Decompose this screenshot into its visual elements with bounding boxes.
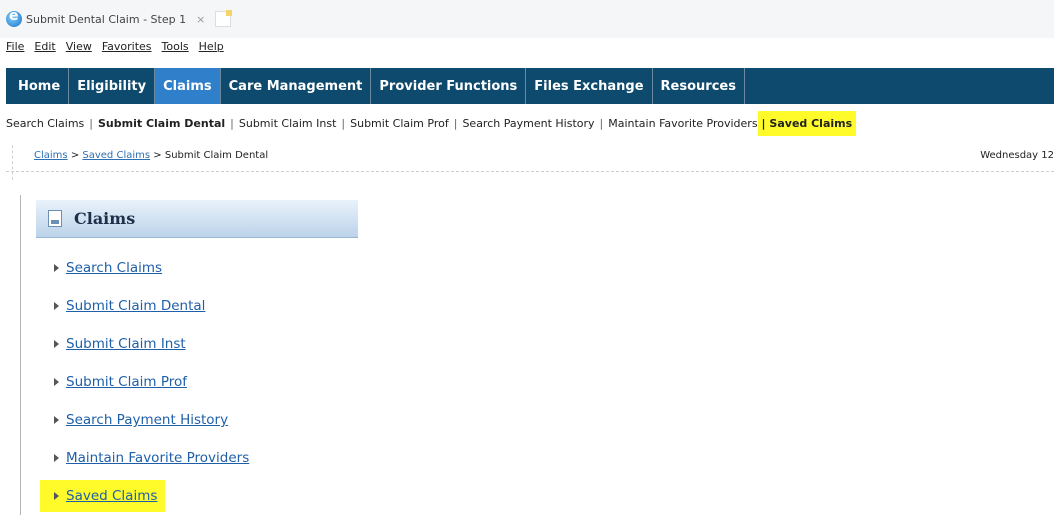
arrow-right-icon xyxy=(54,302,59,310)
subnav-maintain-favorite-providers[interactable]: Maintain Favorite Providers xyxy=(608,117,757,130)
nav-care-management[interactable]: Care Management xyxy=(221,68,372,104)
sidebar-item-label[interactable]: Maintain Favorite Providers xyxy=(66,450,249,466)
browser-tab[interactable]: Submit Dental Claim - Step 1 × xyxy=(6,8,233,30)
subnav-separator: | xyxy=(761,116,766,130)
breadcrumb-claims[interactable]: Claims xyxy=(34,150,68,161)
subnav-saved-claims[interactable]: | Saved Claims xyxy=(757,110,857,136)
subnav-submit-claim-prof[interactable]: Submit Claim Prof xyxy=(350,117,449,130)
subnav-separator: | xyxy=(599,116,604,130)
menu-bar: File Edit View Favorites Tools Help xyxy=(6,40,224,60)
nav-provider-functions[interactable]: Provider Functions xyxy=(371,68,527,104)
divider xyxy=(6,171,1054,172)
sidebar-item-label[interactable]: Saved Claims xyxy=(66,488,157,504)
nav-home[interactable]: Home xyxy=(10,68,70,104)
sidebar-item-submit-claim-prof[interactable]: Submit Claim Prof xyxy=(54,368,187,396)
sidebar-item-label[interactable]: Submit Claim Prof xyxy=(66,374,187,390)
sidebar-border xyxy=(20,195,21,515)
sidebar-item-search-payment-history[interactable]: Search Payment History xyxy=(54,406,228,434)
subnav-submit-claim-dental[interactable]: Submit Claim Dental xyxy=(98,117,225,130)
sidebar-item-label[interactable]: Search Payment History xyxy=(66,412,228,428)
arrow-right-icon xyxy=(54,492,59,500)
subnav-search-claims[interactable]: Search Claims xyxy=(6,117,84,130)
current-date: Wednesday 12 xyxy=(980,150,1054,161)
menu-edit[interactable]: Edit xyxy=(34,40,55,60)
sidebar-item-submit-claim-inst[interactable]: Submit Claim Inst xyxy=(54,330,186,358)
sidebar-title: Claims xyxy=(74,209,136,228)
ie-browser-icon xyxy=(6,8,22,27)
nav-files-exchange[interactable]: Files Exchange xyxy=(526,68,653,104)
new-tab-icon[interactable] xyxy=(215,10,233,27)
subnav-search-payment-history[interactable]: Search Payment History xyxy=(462,117,594,130)
nav-resources[interactable]: Resources xyxy=(653,68,745,104)
tab-title: Submit Dental Claim - Step 1 xyxy=(26,12,187,26)
arrow-right-icon xyxy=(54,416,59,424)
subnav-separator: | xyxy=(89,116,93,130)
breadcrumb-current: Submit Claim Dental xyxy=(164,150,269,161)
breadcrumb-separator: > xyxy=(153,150,162,161)
tab-bar: Submit Dental Claim - Step 1 × xyxy=(0,0,1054,38)
top-navigation: Home Eligibility Claims Care Management … xyxy=(6,68,1054,104)
sidebar-item-label[interactable]: Submit Claim Inst xyxy=(66,336,186,352)
sidebar-item-maintain-favorite-providers[interactable]: Maintain Favorite Providers xyxy=(54,444,249,472)
subnav-separator: | xyxy=(341,116,346,130)
close-icon[interactable]: × xyxy=(196,13,205,26)
arrow-right-icon xyxy=(54,454,59,462)
nav-claims[interactable]: Claims xyxy=(155,68,221,104)
breadcrumb: Claims > Saved Claims > Submit Claim Den… xyxy=(34,150,268,161)
breadcrumb-separator: > xyxy=(70,150,80,161)
menu-tools[interactable]: Tools xyxy=(162,40,189,60)
claims-subnav: Search Claims | Submit Claim Dental | Su… xyxy=(6,108,1054,138)
sidebar-item-submit-claim-dental[interactable]: Submit Claim Dental xyxy=(54,292,205,320)
content-border xyxy=(12,145,13,180)
sidebar-header: Claims xyxy=(36,200,358,238)
nav-eligibility[interactable]: Eligibility xyxy=(69,68,156,104)
arrow-right-icon xyxy=(54,264,59,272)
arrow-right-icon xyxy=(54,378,59,386)
menu-view[interactable]: View xyxy=(66,40,92,60)
document-icon xyxy=(48,210,62,227)
sidebar-item-label[interactable]: Search Claims xyxy=(66,260,162,276)
subnav-separator: | xyxy=(230,116,234,130)
breadcrumb-saved-claims[interactable]: Saved Claims xyxy=(82,150,150,161)
browser-screenshot: Submit Dental Claim - Step 1 × File Edit… xyxy=(0,0,1054,182)
menu-file[interactable]: File xyxy=(6,40,24,60)
subnav-separator: | xyxy=(453,116,458,130)
menu-help[interactable]: Help xyxy=(199,40,224,60)
menu-favorites[interactable]: Favorites xyxy=(102,40,152,60)
sidebar-item-label[interactable]: Submit Claim Dental xyxy=(66,298,205,314)
subnav-submit-claim-inst[interactable]: Submit Claim Inst xyxy=(239,117,337,130)
arrow-right-icon xyxy=(54,340,59,348)
sidebar-item-search-claims[interactable]: Search Claims xyxy=(54,254,162,282)
subnav-saved-claims-label: Saved Claims xyxy=(769,116,853,130)
sidebar-item-saved-claims[interactable]: Saved Claims xyxy=(40,480,166,512)
